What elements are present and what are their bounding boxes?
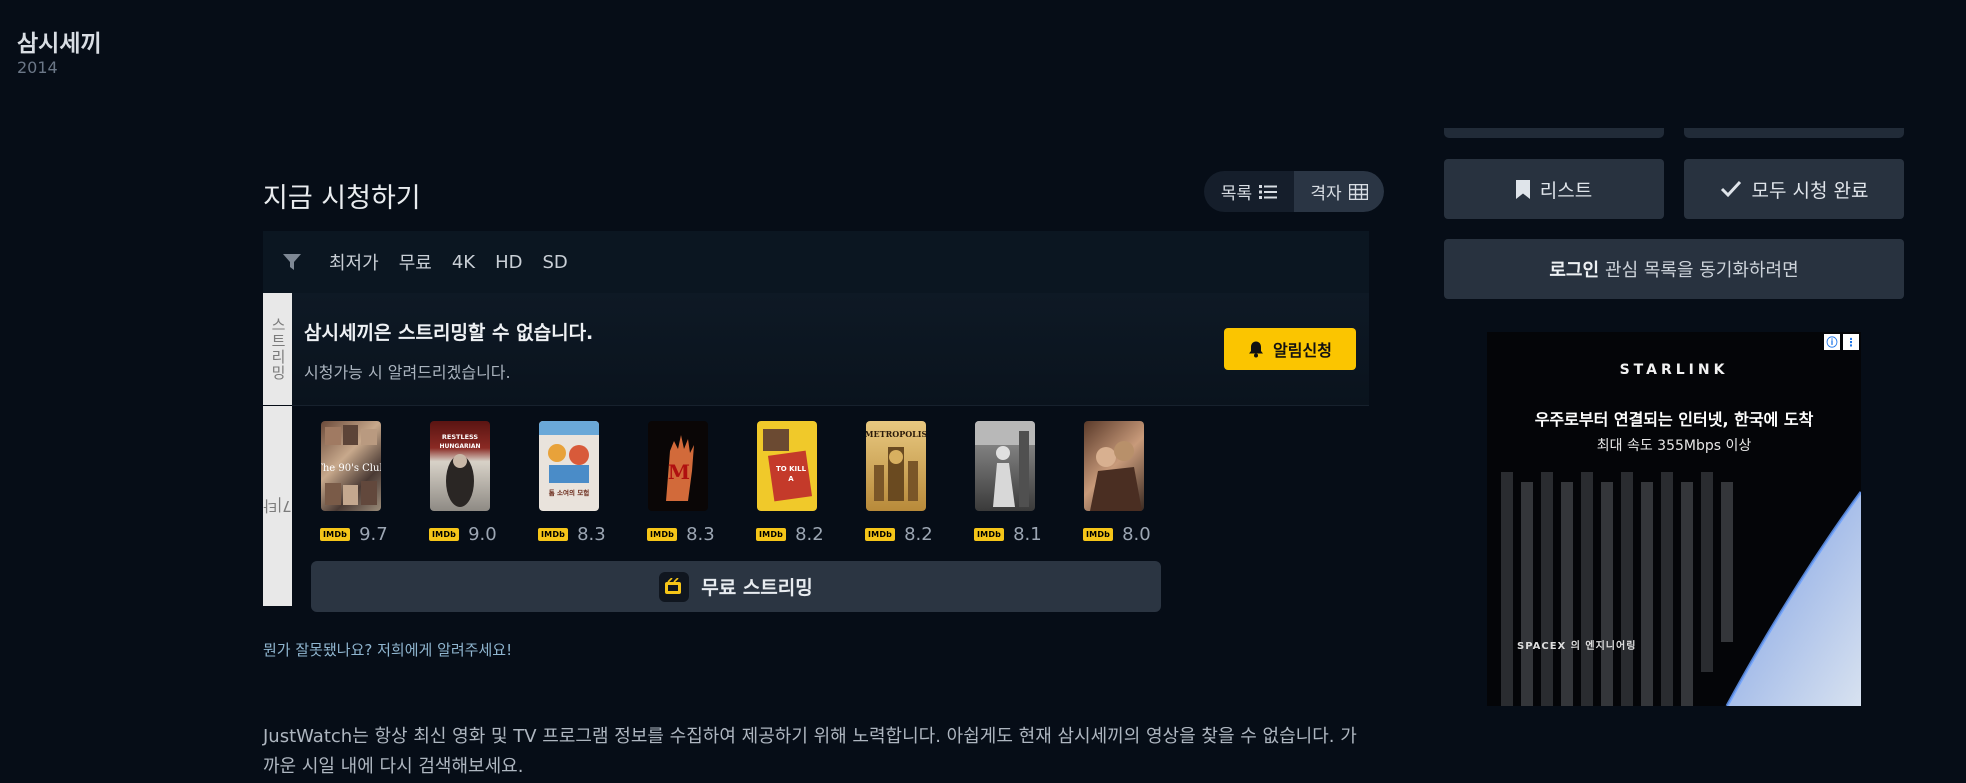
poster-8[interactable]	[1084, 421, 1144, 511]
imdb-badge: IMDb	[974, 528, 1005, 541]
login-label: 로그인	[1549, 260, 1600, 281]
notify-label: 알림신청	[1273, 341, 1332, 360]
free-streaming-button[interactable]: 무료 스트리밍	[311, 561, 1161, 612]
filter-free[interactable]: 무료	[399, 249, 432, 275]
poster-6[interactable]: METROPOLIS	[866, 421, 926, 511]
rating-6: IMDb 8.2	[865, 524, 933, 545]
rating-1: IMDb 9.7	[320, 524, 388, 545]
svg-text:METROPOLIS: METROPOLIS	[866, 429, 926, 439]
imdb-score: 8.3	[577, 524, 606, 545]
poster-4[interactable]: M	[648, 421, 708, 511]
view-toggle: 목록 격자	[1204, 171, 1384, 212]
section-divider	[292, 405, 1369, 406]
notify-button[interactable]: 알림신청	[1224, 328, 1356, 370]
bookmark-icon	[1515, 179, 1530, 199]
imdb-score: 8.0	[1122, 524, 1151, 545]
filter-icon[interactable]	[275, 254, 309, 270]
imdb-badge: IMDb	[647, 528, 678, 541]
filter-sd[interactable]: SD	[542, 252, 567, 273]
not-streaming-subtitle: 시청가능 시 알려드리겠습니다.	[304, 363, 511, 382]
svg-text:HUNGARIAN: HUNGARIAN	[439, 443, 480, 450]
bell-icon	[1249, 341, 1264, 357]
poster-1-title: The 90's Club	[321, 463, 381, 474]
poster-2[interactable]: RESTLESS HUNGARIAN	[430, 421, 490, 511]
login-sync-text: 관심 목록을 동기화하려면	[1605, 260, 1799, 281]
svg-text:A: A	[788, 475, 794, 483]
add-to-list-button[interactable]: 리스트	[1444, 159, 1664, 219]
seen-all-label: 모두 시청 완료	[1751, 179, 1869, 202]
imdb-badge: IMDb	[429, 528, 460, 541]
svg-text:M: M	[668, 460, 690, 484]
ad-headline: 우주로부터 연결되는 인터넷, 한국에 도착	[1534, 410, 1814, 429]
svg-text:TO KILL: TO KILL	[776, 465, 807, 473]
grid-view-button[interactable]: 격자	[1294, 171, 1384, 212]
svg-text:톰 소여의 모험: 톰 소여의 모험	[549, 488, 589, 497]
login-sync-button[interactable]: 로그인 관심 목록을 동기화하려면	[1444, 239, 1904, 299]
rating-4: IMDb 8.3	[647, 524, 715, 545]
imdb-score: 8.1	[1013, 524, 1042, 545]
imdb-badge: IMDb	[1083, 528, 1114, 541]
not-streaming-title: 삼시세끼은 스트리밍할 수 없습니다.	[304, 322, 594, 344]
imdb-badge: IMDb	[756, 528, 787, 541]
filter-4k[interactable]: 4K	[452, 252, 475, 273]
svg-text:RESTLESS: RESTLESS	[442, 433, 479, 441]
checkmark-icon	[1720, 180, 1741, 198]
list-icon	[1259, 184, 1278, 199]
rating-7: IMDb 8.1	[974, 524, 1042, 545]
show-title: 삼시세끼	[17, 31, 102, 57]
rating-3: IMDb 8.3	[538, 524, 606, 545]
rating-5: IMDb 8.2	[756, 524, 824, 545]
imdb-badge: IMDb	[865, 528, 896, 541]
ad-menu-icon[interactable]: ⋮	[1843, 334, 1859, 350]
free-streaming-label: 무료 스트리밍	[701, 577, 813, 599]
imdb-score: 9.7	[359, 524, 388, 545]
filter-bar: 최저가 무료 4K HD SD	[263, 231, 1369, 293]
sidebar-top-button-stub-right[interactable]	[1684, 128, 1904, 138]
report-issue-link[interactable]: 뭔가 잘못됐나요? 저희에게 알려주세요!	[263, 639, 512, 660]
list-view-button[interactable]: 목록	[1204, 171, 1294, 212]
ad-choices[interactable]: ⓘ ⋮	[1824, 334, 1859, 350]
imdb-score: 8.3	[686, 524, 715, 545]
description-text: JustWatch는 항상 최신 영화 및 TV 프로그램 정보를 수집하여 제…	[263, 726, 1357, 777]
imdb-badge: IMDb	[320, 528, 351, 541]
imdb-score: 8.2	[795, 524, 824, 545]
rating-2: IMDb 9.0	[429, 524, 497, 545]
streaming-section	[263, 293, 1369, 405]
starlink-ad[interactable]: STARLINK 우주로부터 연결되는 인터넷, 한국에 도착 최대 속도 35…	[1487, 332, 1861, 706]
sidebar-top-button-stub-left[interactable]	[1444, 128, 1664, 138]
filter-hd[interactable]: HD	[495, 252, 522, 273]
ad-info-icon[interactable]: ⓘ	[1824, 334, 1840, 350]
rating-8: IMDb 8.0	[1083, 524, 1151, 545]
ad-brand: STARLINK	[1619, 362, 1729, 378]
poster-7[interactable]	[975, 421, 1035, 511]
poster-3[interactable]: 톰 소여의 모험	[539, 421, 599, 511]
imdb-score: 9.0	[468, 524, 497, 545]
imdb-score: 8.2	[904, 524, 933, 545]
filter-cheapest[interactable]: 최저가	[329, 249, 379, 275]
streaming-side-label: 스트리밍	[263, 293, 292, 405]
show-year: 2014	[17, 58, 58, 77]
grid-view-label: 격자	[1310, 184, 1342, 204]
poster-5[interactable]: TO KILL A	[757, 421, 817, 511]
imdb-badge: IMDb	[538, 528, 569, 541]
ad-footer: SPACEX 의 엔지니어링	[1517, 641, 1637, 652]
watch-now-heading: 지금 시청하기	[263, 183, 421, 214]
list-view-label: 목록	[1220, 184, 1253, 204]
recommendations-side-label: 7|타	[263, 406, 292, 606]
list-button-label: 리스트	[1539, 179, 1593, 202]
mark-seen-all-button[interactable]: 모두 시청 완료	[1684, 159, 1904, 219]
poster-1[interactable]: The 90's Club	[321, 421, 381, 511]
grid-icon	[1348, 183, 1368, 200]
ad-subline: 최대 속도 355Mbps 이상	[1596, 438, 1752, 454]
justwatch-logo-icon	[659, 571, 690, 602]
